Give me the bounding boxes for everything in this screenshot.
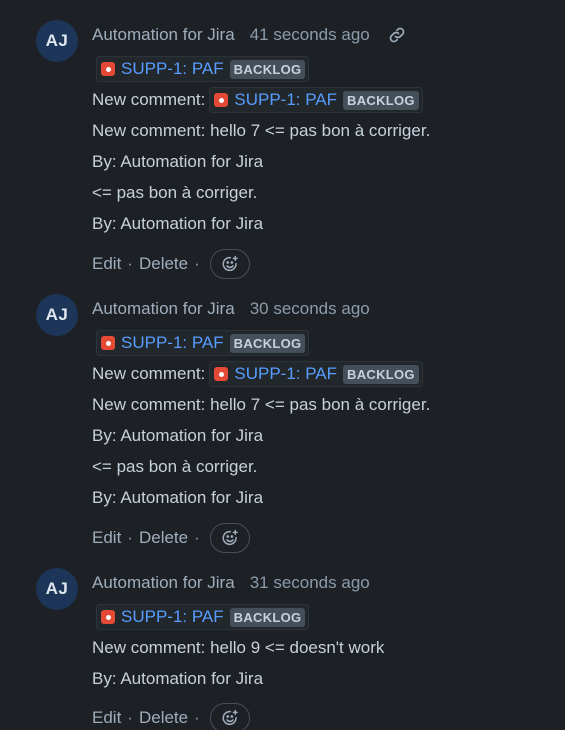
comment-text: New comment: hello 7 <= pas bon à corrig… bbox=[92, 395, 431, 414]
separator: · bbox=[127, 708, 133, 727]
issue-link[interactable]: SUPP-1: PAF bbox=[234, 90, 337, 110]
author-name[interactable]: Automation for Jira bbox=[92, 573, 235, 593]
separator: · bbox=[194, 528, 200, 547]
separator: · bbox=[194, 254, 200, 273]
issue-chip[interactable]: SUPP-1: PAF BACKLOG bbox=[209, 87, 423, 113]
issue-chip[interactable]: SUPP-1: PAF BACKLOG bbox=[209, 361, 423, 387]
comment-text: New comment: hello 7 <= pas bon à corrig… bbox=[92, 121, 431, 140]
avatar[interactable]: AJ bbox=[36, 294, 78, 336]
status-badge: BACKLOG bbox=[229, 59, 306, 79]
status-badge: BACKLOG bbox=[229, 607, 306, 627]
comment-actions: Edit · Delete · bbox=[92, 248, 250, 280]
timestamp[interactable]: 30 seconds ago bbox=[250, 299, 370, 319]
new-comment-line: New comment: SUPP-1: PAF BACKLOG bbox=[92, 86, 423, 114]
delete-button[interactable]: Delete bbox=[139, 254, 188, 274]
separator: · bbox=[127, 254, 133, 273]
avatar[interactable]: AJ bbox=[36, 20, 78, 62]
issue-chip[interactable]: SUPP-1: PAF BACKLOG bbox=[96, 604, 310, 630]
timestamp[interactable]: 31 seconds ago bbox=[250, 573, 370, 593]
link-icon[interactable] bbox=[388, 26, 406, 44]
issue-line: SUPP-1: PAF BACKLOG bbox=[92, 329, 310, 357]
bug-icon bbox=[101, 336, 115, 350]
status-badge: BACKLOG bbox=[229, 333, 306, 353]
add-reaction-button[interactable] bbox=[209, 703, 250, 730]
issue-line: SUPP-1: PAF BACKLOG bbox=[92, 603, 310, 631]
new-comment-label: New comment: bbox=[92, 364, 206, 383]
comment-header: Automation for Jira 31 seconds ago bbox=[92, 572, 370, 594]
comment-header: Automation for Jira 30 seconds ago bbox=[92, 298, 370, 320]
new-comment-line: New comment: SUPP-1: PAF BACKLOG bbox=[92, 360, 423, 388]
delete-button[interactable]: Delete bbox=[139, 528, 188, 548]
issue-link[interactable]: SUPP-1: PAF bbox=[121, 333, 224, 353]
author-name[interactable]: Automation for Jira bbox=[92, 299, 235, 319]
author-name[interactable]: Automation for Jira bbox=[92, 25, 235, 45]
comment-actions: Edit · Delete · bbox=[92, 522, 250, 554]
add-reaction-icon bbox=[222, 709, 238, 726]
issue-link[interactable]: SUPP-1: PAF bbox=[121, 607, 224, 627]
avatar[interactable]: AJ bbox=[36, 568, 78, 610]
add-reaction-button[interactable] bbox=[209, 249, 250, 279]
bug-icon bbox=[214, 367, 229, 381]
bug-icon bbox=[214, 93, 229, 107]
add-reaction-button[interactable] bbox=[209, 523, 250, 553]
issue-line: SUPP-1: PAF BACKLOG bbox=[92, 55, 310, 83]
issue-chip[interactable]: SUPP-1: PAF BACKLOG bbox=[96, 330, 310, 356]
edit-button[interactable]: Edit bbox=[92, 254, 121, 274]
issue-link[interactable]: SUPP-1: PAF bbox=[121, 59, 224, 79]
comment-text: By: Automation for Jira bbox=[92, 669, 264, 688]
comment-text: By: Automation for Jira bbox=[92, 152, 264, 171]
separator: · bbox=[127, 528, 133, 547]
issue-link[interactable]: SUPP-1: PAF bbox=[234, 364, 337, 384]
comment-text: <= pas bon à corriger. bbox=[92, 183, 258, 202]
add-reaction-icon bbox=[222, 529, 238, 546]
comment-text: By: Automation for Jira bbox=[92, 426, 264, 445]
delete-button[interactable]: Delete bbox=[139, 708, 188, 728]
comment-actions: Edit · Delete · bbox=[92, 702, 250, 730]
edit-button[interactable]: Edit bbox=[92, 528, 121, 548]
comment-text: By: Automation for Jira bbox=[92, 488, 264, 507]
bug-icon bbox=[101, 62, 115, 76]
separator: · bbox=[194, 708, 200, 727]
comment-text: New comment: hello 9 <= doesn't work bbox=[92, 638, 385, 657]
new-comment-label: New comment: bbox=[92, 90, 206, 109]
comment-text: By: Automation for Jira bbox=[92, 214, 264, 233]
comment-text: <= pas bon à corriger. bbox=[92, 457, 258, 476]
bug-icon bbox=[101, 610, 115, 624]
issue-chip[interactable]: SUPP-1: PAF BACKLOG bbox=[96, 56, 310, 82]
comment-header: Automation for Jira 41 seconds ago bbox=[92, 24, 406, 46]
edit-button[interactable]: Edit bbox=[92, 708, 121, 728]
add-reaction-icon bbox=[222, 255, 238, 272]
timestamp[interactable]: 41 seconds ago bbox=[250, 25, 370, 45]
status-badge: BACKLOG bbox=[343, 364, 419, 384]
comment-feed: AJ Automation for Jira 41 seconds ago SU… bbox=[0, 0, 565, 730]
status-badge: BACKLOG bbox=[343, 90, 419, 110]
